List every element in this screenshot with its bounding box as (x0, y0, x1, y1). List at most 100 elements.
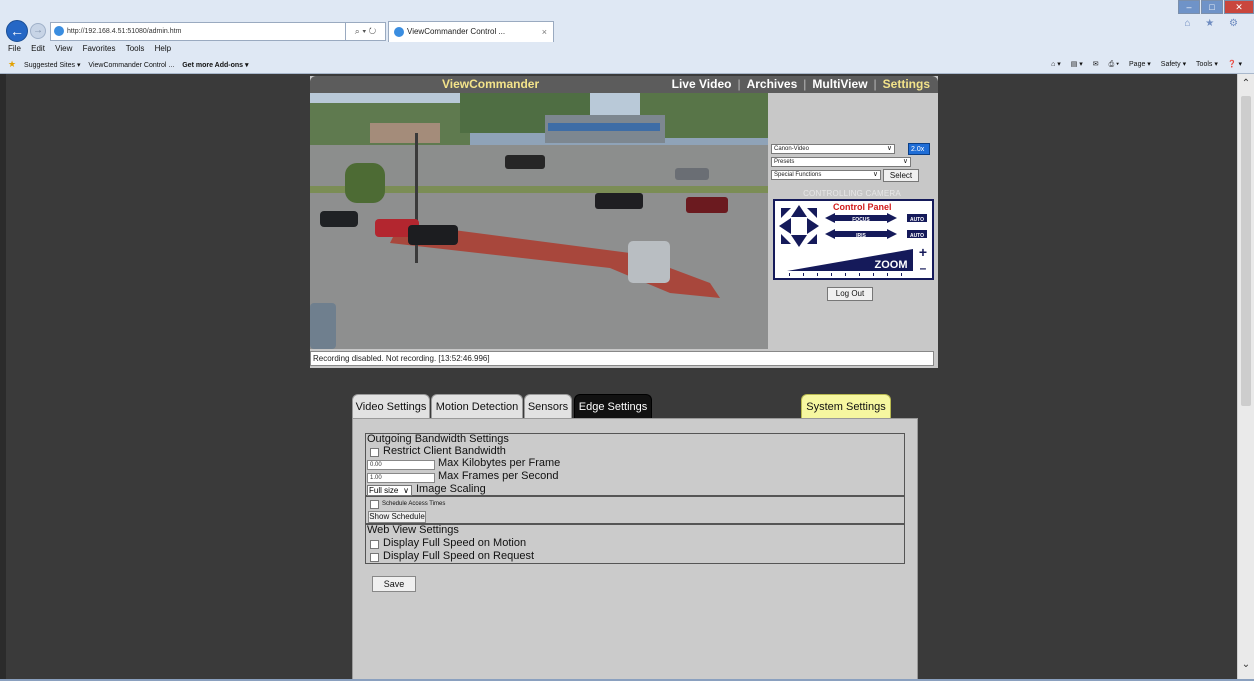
pan-upright-arrow-icon (807, 208, 817, 218)
chevron-down-icon: ∨ (403, 486, 409, 495)
window-controls: – □ ✕ (1177, 0, 1254, 16)
bandwidth-settings-group: Outgoing Bandwidth Settings Restrict Cli… (365, 433, 905, 496)
restrict-bandwidth-label: Restrict Client Bandwidth (383, 445, 506, 457)
fav-get-addons[interactable]: Get more Add-ons ▾ (182, 62, 248, 69)
settings-section: Video Settings Motion Detection Sensors … (352, 394, 918, 679)
menu-favorites[interactable]: Favorites (83, 44, 116, 53)
tab-motion-detection[interactable]: Motion Detection (431, 394, 523, 420)
nav-separator: | (803, 77, 807, 91)
max-fps-label: Max Frames per Second (438, 470, 559, 482)
focus-auto-label: AUTO (910, 217, 924, 223)
tab-edge-settings[interactable]: Edge Settings (574, 394, 652, 420)
cmd-print[interactable]: ⎙ ▾ (1109, 61, 1120, 68)
full-speed-motion-checkbox[interactable] (370, 540, 379, 549)
schedule-access-checkbox[interactable] (370, 500, 379, 509)
browser-tab[interactable]: ViewCommander Control ... × (388, 21, 554, 42)
camera-select[interactable]: Canon-Video ∨ (771, 144, 895, 154)
minimize-button[interactable]: – (1178, 0, 1200, 14)
logout-button[interactable]: Log Out (827, 287, 873, 301)
menu-bar: File Edit View Favorites Tools Help (0, 42, 1254, 56)
viewcommander-panel: ViewCommander Live Video | Archives | MultiV… (310, 76, 938, 368)
app-nav: Live Video | Archives | MultiView | Settings (672, 76, 930, 93)
pan-up-arrow-icon (791, 205, 807, 217)
nav-separator: | (737, 77, 741, 91)
tab-close-icon[interactable]: × (542, 22, 547, 42)
tab-video-settings[interactable]: Video Settings (352, 394, 430, 420)
special-functions-select[interactable]: Special Functions ∨ (771, 170, 881, 180)
zoom-label: ZOOM (875, 259, 908, 271)
cmd-mail[interactable]: ✉ (1093, 61, 1099, 68)
recording-status: Recording disabled. Not recording. [13:5… (310, 351, 934, 366)
schedule-access-label: Schedule Access Times (382, 501, 446, 507)
pan-downright-arrow-icon (807, 234, 817, 244)
cmd-tools[interactable]: Tools ▾ (1196, 61, 1218, 68)
bandwidth-title: Outgoing Bandwidth Settings (367, 433, 509, 445)
iris-right-arrow-icon (887, 229, 897, 239)
max-kb-label: Max Kilobytes per Frame (438, 457, 561, 469)
special-functions-value: Special Functions (774, 172, 822, 178)
menu-tools[interactable]: Tools (126, 44, 145, 53)
maximize-button[interactable]: □ (1201, 0, 1223, 14)
restrict-bandwidth-checkbox[interactable] (370, 448, 379, 457)
live-video-feed[interactable] (310, 93, 768, 349)
fav-viewcommander[interactable]: ViewCommander Control ... (88, 62, 174, 69)
focus-label: FOCUS (852, 217, 870, 223)
app-title: ViewCommander (442, 77, 540, 91)
forward-button[interactable]: → (30, 23, 46, 39)
save-button[interactable]: Save (372, 576, 416, 592)
close-window-button[interactable]: ✕ (1224, 0, 1254, 14)
presets-select[interactable]: Presets ∨ (771, 157, 911, 167)
chevron-down-icon: ∨ (886, 145, 892, 152)
page-scrollbar[interactable]: ⌃ ⌄ (1237, 74, 1254, 679)
ptz-controls-graphic: FOCUS IRIS AUTO AUTO ZOOM + – (779, 205, 927, 276)
address-tools[interactable]: ⌕ ▾ ↻ (346, 22, 386, 41)
max-kb-input[interactable]: 0.00 (367, 460, 435, 470)
nav-settings[interactable]: Settings (883, 77, 930, 91)
address-bar[interactable]: http://192.168.4.51:51080/admin.htm (50, 22, 346, 41)
web-view-group: Web View Settings Display Full Speed on … (365, 524, 905, 564)
page-viewport: ViewCommander Live Video | Archives | MultiV… (6, 74, 1237, 679)
nav-multiview[interactable]: MultiView (812, 77, 867, 91)
menu-help[interactable]: Help (155, 44, 171, 53)
scrollbar-thumb[interactable] (1241, 96, 1251, 406)
zoom-minus-icon[interactable]: – (920, 261, 927, 275)
menu-edit[interactable]: Edit (31, 44, 45, 53)
schedule-group: Schedule Access Times Show Schedule (365, 496, 905, 524)
camera-control-area: Canon-Video ∨ 2.0x Presets ∨ Special Funct… (770, 93, 938, 349)
nav-archives[interactable]: Archives (747, 77, 798, 91)
select-button[interactable]: Select (883, 169, 919, 182)
back-arrow-icon: ← (10, 23, 24, 39)
cmd-page[interactable]: Page ▾ (1129, 61, 1151, 68)
fav-suggested-sites[interactable]: Suggested Sites ▾ (24, 62, 80, 69)
menu-view[interactable]: View (55, 44, 72, 53)
image-scaling-select[interactable]: Full size ∨ (367, 485, 412, 496)
cmd-feeds[interactable]: ▤ ▾ (1071, 61, 1083, 68)
iris-left-arrow-icon (825, 229, 835, 239)
web-view-title: Web View Settings (367, 524, 459, 536)
max-fps-input[interactable]: 1.00 (367, 473, 435, 483)
zoom-level-value: 2.0x (911, 146, 925, 153)
tab-system-settings[interactable]: System Settings (801, 394, 891, 420)
iris-auto-label: AUTO (910, 233, 924, 239)
back-button[interactable]: ← (6, 20, 28, 42)
favorites-star-icon[interactable]: ★ (8, 59, 16, 69)
scroll-down-icon[interactable]: ⌄ (1238, 659, 1254, 673)
scroll-up-icon[interactable]: ⌃ (1238, 78, 1254, 92)
focus-right-arrow-icon (887, 213, 897, 223)
zoom-plus-icon[interactable]: + (919, 244, 927, 260)
controlling-camera-label: CONTROLLING CAMERA (803, 189, 901, 198)
zoom-level-select[interactable]: 2.0x (908, 143, 930, 155)
camera-select-value: Canon-Video (774, 146, 809, 152)
ptz-control-panel: Control Panel FOCUS IRIS AUTO AUTO ZOOM … (773, 199, 934, 280)
browser-toolbar-icons[interactable]: ⌂ ★ ⚙ (1184, 18, 1244, 29)
nav-live-video[interactable]: Live Video (672, 77, 732, 91)
tab-sensors[interactable]: Sensors (524, 394, 572, 420)
browser-chrome: ← → http://192.168.4.51:51080/admin.htm … (0, 0, 1254, 74)
cmd-safety[interactable]: Safety ▾ (1161, 61, 1186, 68)
menu-file[interactable]: File (8, 44, 21, 53)
full-speed-request-checkbox[interactable] (370, 553, 379, 562)
show-schedule-button[interactable]: Show Schedule (368, 511, 426, 523)
full-speed-motion-label: Display Full Speed on Motion (383, 537, 527, 549)
cmd-help[interactable]: ❓ ▾ (1228, 61, 1242, 68)
cmd-home[interactable]: ⌂ ▾ (1051, 61, 1061, 68)
